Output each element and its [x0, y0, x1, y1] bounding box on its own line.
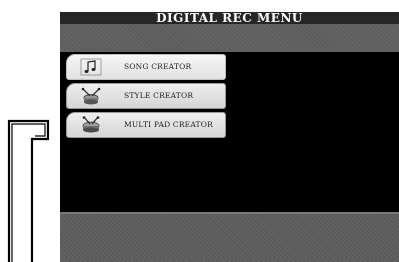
menu-item-song-creator[interactable]: SONG CREATOR — [66, 54, 226, 80]
footer-band — [60, 212, 399, 262]
menu-item-label: SONG CREATOR — [124, 62, 192, 71]
lcd-screen: DIGITAL REC MENU SONG CREATOR STYLE CREA… — [60, 12, 399, 262]
menu-item-label: STYLE CREATOR — [124, 91, 194, 100]
footer-divider — [60, 212, 399, 214]
menu-item-style-creator[interactable]: STYLE CREATOR — [66, 83, 226, 109]
menu-item-multi-pad-creator[interactable]: MULTI PAD CREATOR — [66, 112, 226, 138]
style-drum-icon — [80, 87, 102, 105]
callout-pointer-line — [7, 119, 50, 262]
multipad-drum-icon — [80, 116, 102, 134]
music-note-icon — [80, 58, 102, 76]
menu-item-label: MULTI PAD CREATOR — [124, 120, 213, 129]
header-band — [60, 24, 399, 52]
window-title: DIGITAL REC MENU — [60, 12, 399, 24]
